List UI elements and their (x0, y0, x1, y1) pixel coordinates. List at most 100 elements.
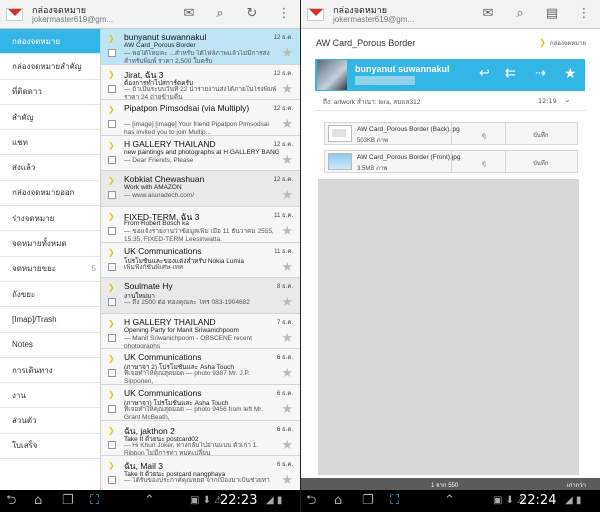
select-checkbox[interactable] (108, 333, 116, 342)
sidebar-item[interactable]: ที่ติดดาว (0, 80, 100, 105)
screenshot-icon[interactable]: ⛶ (390, 493, 399, 509)
back-icon[interactable]: ⮌ (306, 493, 316, 509)
conversation-row[interactable]: ❯ H GALLERY THAILAND new paintings and pho… (101, 136, 300, 172)
attachment[interactable]: AW Card_Porous Border (Front).jpg 3.5MB … (324, 150, 578, 173)
star-icon[interactable]: ★ (281, 294, 293, 310)
labels-icon[interactable]: ▤ (544, 7, 560, 21)
reply-all-icon[interactable]: ⇇ (505, 67, 516, 81)
sidebar-item[interactable]: แชท (0, 130, 100, 156)
sidebar-item[interactable]: การเดินทาง (0, 358, 100, 384)
sidebar-item[interactable]: ส่งแล้ว (0, 155, 100, 181)
message-header[interactable]: bunyanut suwannakul ↩ ⇇ ⇢ ★ (315, 59, 585, 91)
home-icon[interactable]: ⌂ (334, 493, 342, 509)
sidebar-item[interactable]: Notes (0, 333, 100, 358)
conversation-row[interactable]: ❯ ฉัน, Mail 3 Take It ด้วยนะ postcard nang… (101, 456, 300, 490)
conversation-row[interactable]: ❯ ฉัน, jakthon 2 Take It ด้วยนะ postcard02… (101, 421, 300, 457)
sidebar-item[interactable]: ใบเสร็จ (0, 434, 100, 460)
chevron-up-icon[interactable]: ⌃ (444, 493, 455, 509)
compose-icon[interactable]: ✉ (181, 7, 197, 21)
notification-icons[interactable]: ▣ ⬇ ⚠ (190, 493, 223, 509)
sidebar-item[interactable]: กล่องจดหมายออก (0, 181, 100, 207)
save-attachment-button[interactable]: บันทึก (533, 130, 549, 140)
view-attachment-button[interactable]: ดู (482, 130, 486, 140)
select-checkbox[interactable] (108, 84, 116, 93)
conversation-row[interactable]: ❯ H GALLERY THAILAND Opening Party for Man… (101, 314, 300, 350)
sidebar-item[interactable]: จดหมายทั้งหมด (0, 231, 100, 257)
sidebar-item[interactable]: [Imap]/Trash (0, 307, 100, 333)
star-icon[interactable]: ★ (281, 472, 293, 488)
recent-apps-icon[interactable]: ❐ (62, 493, 74, 509)
search-icon[interactable]: ⌕ (212, 7, 228, 21)
gmail-logo-icon[interactable] (307, 8, 324, 21)
select-checkbox[interactable] (108, 440, 116, 449)
attachment-thumbnail[interactable] (328, 153, 352, 170)
attachment[interactable]: AW Card_Porous Border (Back).jpg 503KB ภ… (324, 122, 578, 145)
home-icon[interactable]: ⌂ (34, 493, 42, 509)
star-icon[interactable]: ★ (281, 45, 293, 61)
reply-icon[interactable]: ↩ (479, 67, 490, 81)
conversation-row[interactable]: ❯ Pipatpon Pimsodsai (via Multiply) — [ima… (101, 100, 300, 136)
conversation-row[interactable]: ❯ Jirat, ฉัน 3 ต้องการทำโปสการ์ดครับ — ถ้าเ… (101, 65, 300, 101)
sidebar-item[interactable]: สำคัญ (0, 105, 100, 131)
select-checkbox[interactable] (108, 120, 116, 129)
star-icon[interactable]: ★ (281, 330, 293, 346)
select-checkbox[interactable] (108, 49, 116, 57)
star-icon[interactable]: ★ (281, 437, 293, 453)
select-checkbox[interactable] (108, 404, 116, 413)
sidebar-item[interactable]: ร่างจดหมาย (0, 206, 100, 232)
conversation-row[interactable]: ❯ FIXED-TERM, ฉัน 3 From Robert Bosch ka — … (101, 207, 300, 243)
star-icon[interactable]: ★ (281, 259, 293, 275)
star-icon[interactable]: ★ (281, 152, 293, 168)
refresh-icon[interactable]: ↻ (244, 7, 260, 21)
star-icon[interactable]: ★ (281, 81, 293, 97)
message-label[interactable]: ❯ กล่องจดหมาย (539, 38, 586, 48)
sidebar-item[interactable]: งาน (0, 383, 100, 409)
star-icon[interactable]: ★ (564, 67, 577, 81)
overflow-menu-icon[interactable]: ⋮ (276, 7, 292, 21)
star-icon[interactable]: ★ (281, 365, 293, 381)
select-checkbox[interactable] (108, 298, 116, 307)
overflow-menu-icon[interactable]: ⋮ (576, 7, 592, 21)
gmail-logo-icon[interactable] (6, 8, 23, 21)
conversation-row[interactable]: ❯ UK Communications (ภาษาจา) โปรโมชันและ A… (101, 385, 300, 421)
select-checkbox[interactable] (108, 191, 116, 200)
select-checkbox[interactable] (108, 155, 116, 164)
recent-apps-icon[interactable]: ❐ (362, 493, 374, 509)
conversation-subject: Work with AMAZON (124, 184, 182, 192)
older-button[interactable]: เก่ากว่า (567, 480, 586, 490)
account-email[interactable]: jokermaster619@gm... (32, 15, 113, 24)
signal-battery-icon[interactable]: ◢ ▮ (565, 493, 581, 509)
select-checkbox[interactable] (108, 262, 116, 271)
conversation-row[interactable]: ❯ bunyanut suwannakul AW Card_Porous Borde… (101, 29, 300, 65)
forward-icon[interactable]: ⇢ (535, 67, 546, 81)
back-icon[interactable]: ⮌ (6, 493, 16, 509)
conversation-row[interactable]: ❯ Kobkiat Chewashuan Work with AMAZON — www… (101, 171, 300, 207)
recipients[interactable]: ถึง: artwork สำเนา: tera, ลบแล312 (323, 97, 420, 107)
account-email[interactable]: jokermaster619@gm... (333, 15, 414, 24)
select-checkbox[interactable] (108, 226, 116, 235)
star-icon[interactable]: ★ (281, 116, 293, 132)
sidebar-item[interactable]: กล่องจดหมายสำคัญ (0, 54, 100, 80)
chevron-down-icon[interactable]: ⌄ (564, 95, 571, 104)
select-checkbox[interactable] (108, 476, 116, 485)
compose-icon[interactable]: ✉ (480, 7, 496, 21)
conversation-row[interactable]: ❯ Soulmate Hy งานใหม่มา — ถึง 2500 ต่อ ทองค… (101, 278, 300, 314)
chevron-up-icon[interactable]: ⌃ (144, 493, 155, 509)
conversation-row[interactable]: ❯ UK Communications โปรโมชันและของแต่งสำหร… (101, 243, 300, 279)
search-icon[interactable]: ⌕ (512, 7, 528, 21)
sender-avatar[interactable] (317, 60, 347, 90)
select-checkbox[interactable] (108, 369, 116, 378)
conversation-row[interactable]: ❯ UK Communications (ภาษาจา 2) โปรโมชันและ… (101, 349, 300, 385)
sidebar-item[interactable]: ส่วนตัว (0, 408, 100, 434)
sidebar-item[interactable]: ถังขยะ (0, 282, 100, 308)
signal-battery-icon[interactable]: ◢ ▮ (266, 493, 282, 509)
sidebar-item[interactable]: จดหมายขยะ 5 (0, 257, 100, 282)
sidebar-item[interactable]: กล่องจดหมาย (0, 29, 100, 55)
save-attachment-button[interactable]: บันทึก (533, 158, 549, 168)
view-attachment-button[interactable]: ดู (482, 158, 486, 168)
star-icon[interactable]: ★ (281, 223, 293, 239)
attachment-thumbnail[interactable] (328, 125, 352, 142)
star-icon[interactable]: ★ (281, 401, 293, 417)
screenshot-icon[interactable]: ⛶ (90, 493, 99, 509)
star-icon[interactable]: ★ (281, 187, 293, 203)
